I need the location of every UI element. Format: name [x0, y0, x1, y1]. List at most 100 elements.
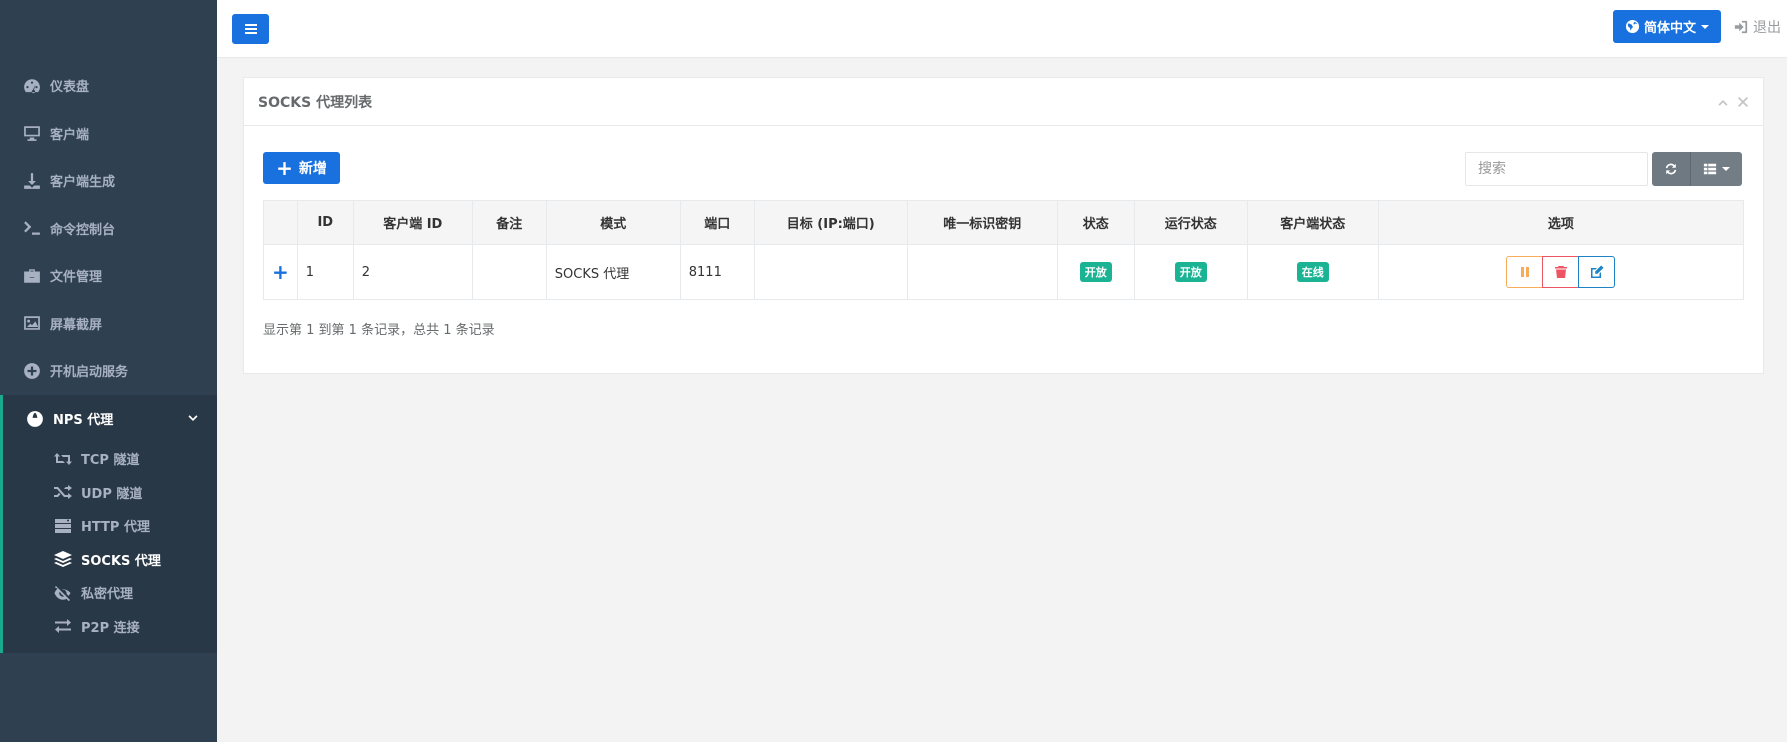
language-dropdown-button[interactable]: 简体中文 [1612, 10, 1721, 43]
cell-unique-key [906, 244, 1058, 300]
row-actions [1506, 256, 1616, 288]
sidebar-item-console[interactable]: 命令控制台 [0, 205, 217, 253]
sidebar-item-tcp-tunnel[interactable]: TCP 隧道 [3, 442, 217, 476]
cell-run-status: 开放 [1133, 244, 1248, 300]
sidebar-item-clients[interactable]: 客户端 [0, 110, 217, 158]
refresh-icon [1665, 163, 1677, 175]
pause-icon [1520, 267, 1529, 277]
sidebar-group-nps-toggle[interactable]: NPS 代理 [3, 395, 217, 442]
sidebar-item-http-proxy[interactable]: HTTP 代理 [3, 509, 217, 543]
sidebar-item-screenshot[interactable]: 屏幕截屏 [0, 300, 217, 348]
column-header-expand [263, 200, 298, 245]
cell-client-status: 在线 [1246, 244, 1379, 300]
sidebar-nav: 仪表盘 客户端 客户端生成 命令控制台 文件管理 屏幕截屏 开机启动服务 [0, 62, 217, 395]
plus-icon: + [276, 156, 293, 180]
refresh-button[interactable] [1652, 152, 1690, 186]
pause-button[interactable] [1506, 256, 1544, 288]
add-button-label: 新增 [298, 161, 327, 177]
column-header-options: 选项 [1377, 200, 1745, 245]
monitor-icon [21, 124, 43, 142]
cell-mode: SOCKS 代理 [545, 244, 681, 300]
table-row: + 1 2 SOCKS 代理 8111 开放 开放 在线 [263, 244, 1745, 300]
sidebar-item-socks-proxy[interactable]: SOCKS 代理 [3, 543, 217, 577]
column-header-client-status[interactable]: 客户端状态 [1246, 200, 1379, 245]
sidebar-item-files[interactable]: 文件管理 [0, 252, 217, 300]
cell-client-id: 2 [352, 244, 473, 300]
columns-dropdown-button[interactable] [1690, 152, 1742, 186]
socks-proxy-panel: SOCKS 代理列表 + 新增 ID 客户端 ID 备注 模式 端口 [243, 77, 1764, 374]
sidebar-item-label: 命令控制台 [50, 222, 116, 238]
sidebar-item-label: UDP 隧道 [81, 486, 143, 502]
trash-icon [1554, 266, 1567, 278]
logout-label: 退出 [1753, 20, 1781, 36]
sidebar-item-label: 客户端 [50, 127, 90, 143]
status-badge: 开放 [1079, 262, 1112, 282]
column-header-target[interactable]: 目标 (IP:端口) [753, 200, 908, 245]
cell-port: 8111 [679, 244, 755, 300]
table-toolbar [1652, 152, 1742, 186]
sidebar-item-label: 文件管理 [50, 270, 103, 286]
globe-icon [24, 410, 46, 428]
row-expand-icon[interactable]: + [263, 244, 298, 300]
column-header-id[interactable]: ID [296, 200, 354, 245]
random-icon [52, 484, 74, 500]
sidebar-group-label: NPS 代理 [53, 413, 114, 428]
sidebar-item-udp-tunnel[interactable]: UDP 隧道 [3, 476, 217, 510]
sidebar-item-private-proxy[interactable]: 私密代理 [3, 576, 217, 610]
download-icon [21, 172, 43, 190]
chevron-up-icon[interactable] [1717, 96, 1729, 108]
sidebar-item-dashboard[interactable]: 仪表盘 [0, 62, 217, 110]
panel-tools [1717, 96, 1749, 108]
close-icon[interactable] [1737, 96, 1749, 108]
column-header-run-status[interactable]: 运行状态 [1133, 200, 1248, 245]
language-label: 简体中文 [1643, 21, 1696, 36]
column-header-status[interactable]: 状态 [1056, 200, 1135, 245]
column-header-mode[interactable]: 模式 [545, 200, 681, 245]
table-header-row: ID 客户端 ID 备注 模式 端口 目标 (IP:端口) 唯一标识密钥 状态 … [263, 200, 1745, 245]
panel-header: SOCKS 代理列表 [244, 78, 1763, 126]
layers-icon [52, 551, 74, 568]
retweet-icon [52, 451, 74, 467]
edit-icon [1590, 265, 1604, 278]
caret-down-icon [1722, 167, 1730, 171]
column-header-remark[interactable]: 备注 [471, 200, 547, 245]
column-header-client-id[interactable]: 客户端 ID [352, 200, 473, 245]
search-input[interactable] [1465, 152, 1648, 186]
menu-toggle-button[interactable] [232, 14, 269, 44]
hamburger-icon [244, 24, 257, 34]
cell-target [753, 244, 908, 300]
sidebar-group-nps: NPS 代理 TCP 隧道 UDP 隧道 HTTP 代理 SOCKS 代理 私密… [0, 395, 217, 653]
top-navbar: 简体中文 退出 [217, 0, 1787, 58]
sidebar-item-label: 屏幕截屏 [50, 317, 103, 333]
column-header-port[interactable]: 端口 [679, 200, 755, 245]
cell-remark [471, 244, 547, 300]
globe-icon [1625, 19, 1640, 34]
plus-circle-icon [21, 362, 43, 380]
sidebar-item-label: P2P 连接 [81, 620, 140, 636]
column-header-unique-key[interactable]: 唯一标识密钥 [906, 200, 1058, 245]
sidebar-item-p2p[interactable]: P2P 连接 [3, 610, 217, 644]
delete-button[interactable] [1542, 256, 1580, 288]
pagination-info: 显示第 1 到第 1 条记录，总共 1 条记录 [263, 323, 495, 338]
sidebar-item-label: HTTP 代理 [81, 520, 150, 536]
sign-in-icon [1734, 20, 1748, 34]
chevron-down-icon [187, 413, 199, 425]
sidebar-item-label: 客户端生成 [50, 175, 116, 191]
cell-options [1377, 244, 1745, 300]
sidebar-item-startup[interactable]: 开机启动服务 [0, 347, 217, 395]
sidebar: 仪表盘 客户端 客户端生成 命令控制台 文件管理 屏幕截屏 开机启动服务 NPS… [0, 0, 217, 742]
image-icon [21, 314, 43, 332]
cell-id: 1 [296, 244, 354, 300]
add-button[interactable]: + 新增 [263, 152, 340, 184]
socks-proxy-table: ID 客户端 ID 备注 模式 端口 目标 (IP:端口) 唯一标识密钥 状态 … [263, 200, 1745, 300]
cell-status: 开放 [1056, 244, 1135, 300]
server-icon [52, 518, 74, 534]
sidebar-item-label: 开机启动服务 [50, 365, 129, 381]
logout-link[interactable]: 退出 [1734, 17, 1781, 37]
briefcase-icon [21, 267, 43, 285]
run-status-badge: 开放 [1174, 262, 1207, 282]
sidebar-item-client-build[interactable]: 客户端生成 [0, 157, 217, 205]
edit-button[interactable] [1578, 256, 1616, 288]
terminal-icon [21, 219, 43, 237]
sidebar-item-label: TCP 隧道 [81, 453, 140, 469]
